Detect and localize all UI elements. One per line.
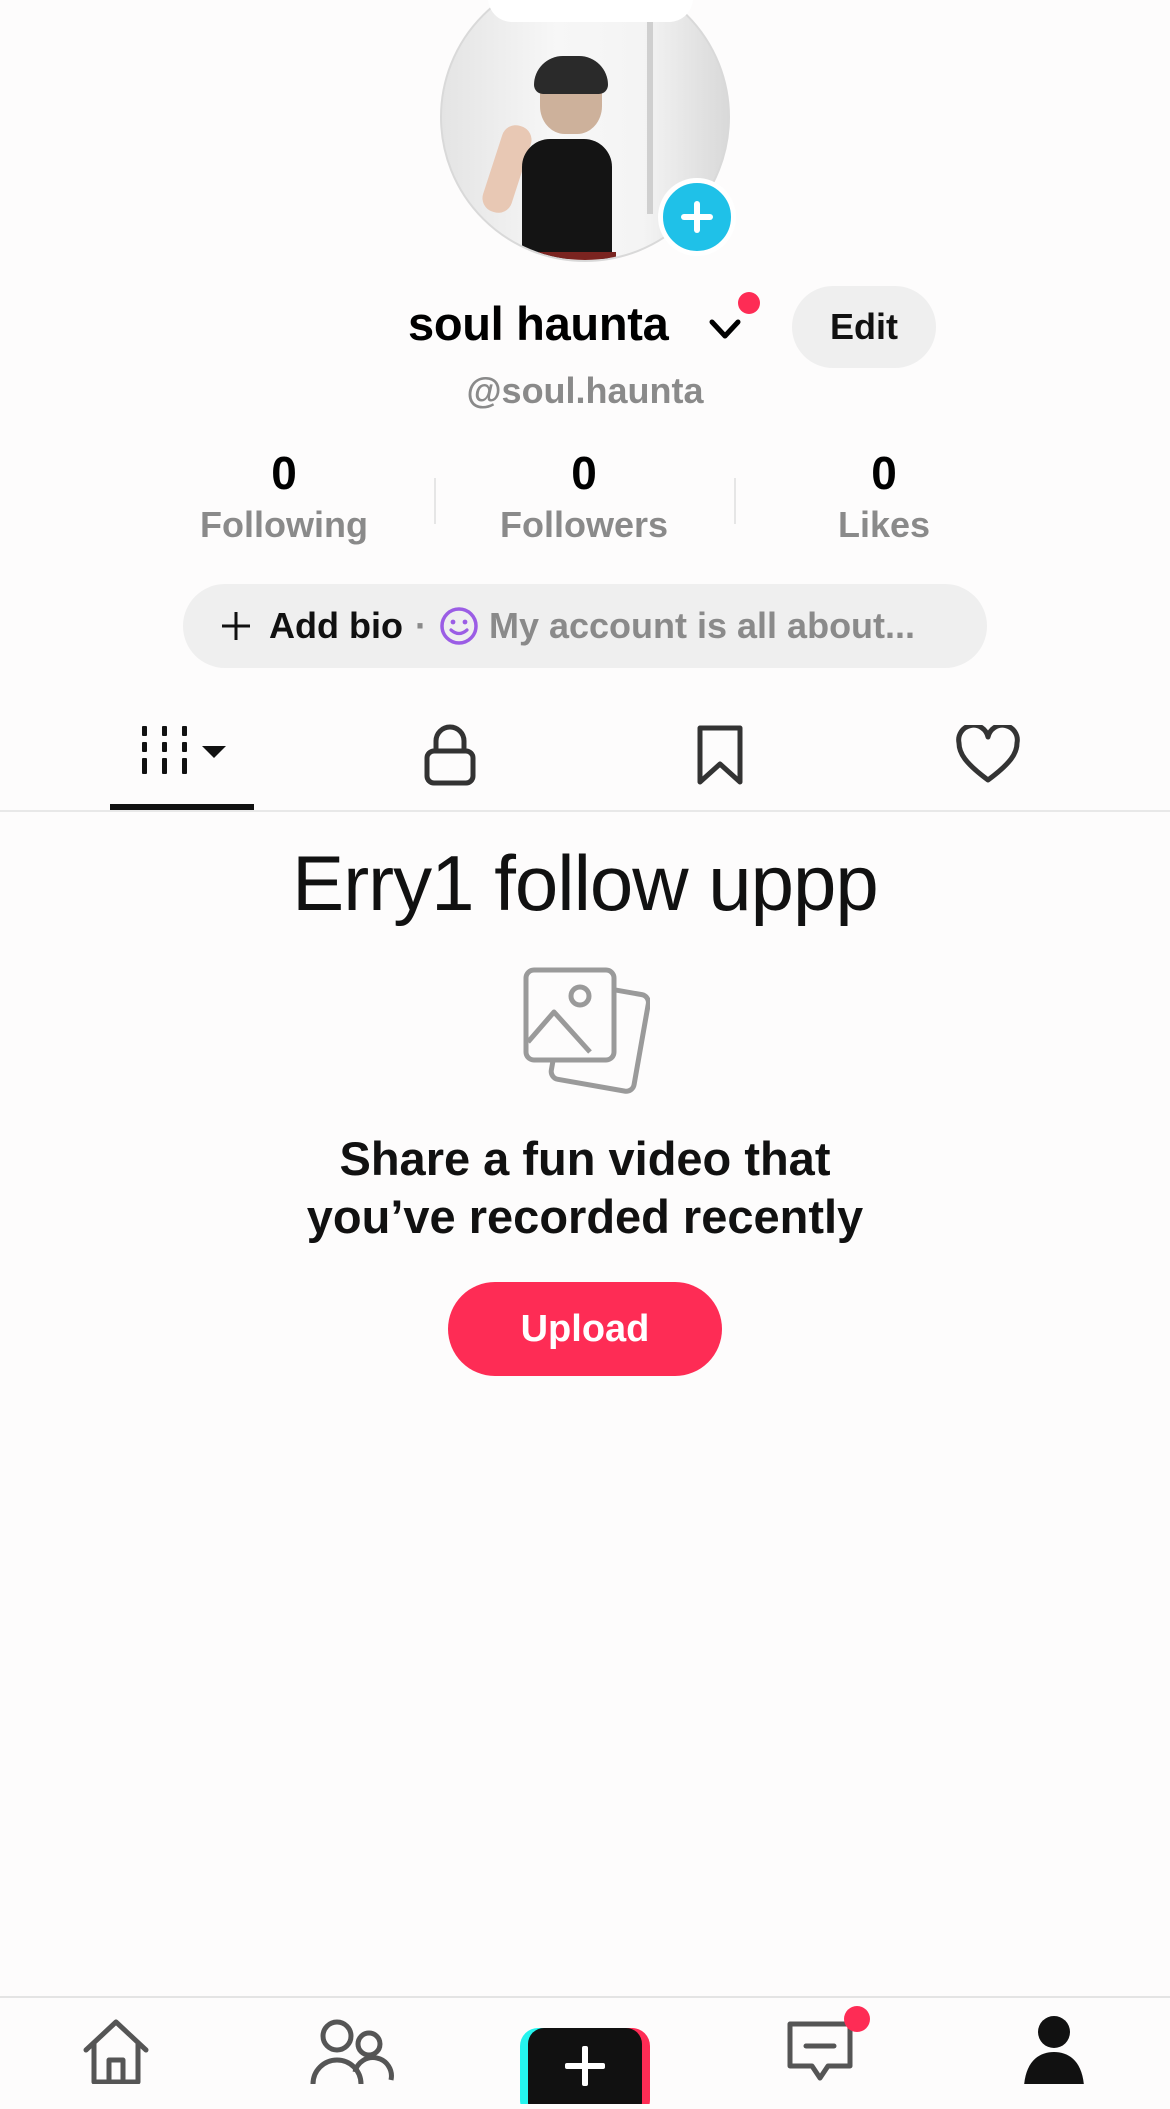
- likes-label: Likes: [837, 504, 931, 545]
- stat-followers[interactable]: 0 Followers: [434, 450, 734, 546]
- nav-home[interactable]: [66, 2014, 166, 2084]
- plus-icon: [681, 201, 713, 233]
- add-bio-label: Add bio: [269, 605, 403, 646]
- photo-belt: [520, 252, 616, 260]
- bio-separator: ·: [414, 605, 427, 646]
- empty-state-line-1: Share a fun video that: [339, 1132, 831, 1185]
- bio-placeholder: My account is all about...: [488, 605, 916, 646]
- photo-door-edge: [647, 14, 653, 214]
- photos-icon: [523, 967, 650, 1094]
- empty-state-line-2: you’ve recorded recently: [306, 1190, 864, 1243]
- plus-icon: [222, 612, 250, 640]
- grid-icon: [142, 726, 226, 774]
- edit-profile-button[interactable]: Edit: [792, 286, 936, 368]
- profile-headline: Erry1 follow uppp: [292, 839, 879, 927]
- profile-icon: [1024, 2016, 1084, 2084]
- smiley-icon: [440, 607, 478, 645]
- heart-icon: [956, 725, 1020, 783]
- stat-following[interactable]: 0 Following: [134, 450, 434, 546]
- tab-liked[interactable]: [918, 720, 1058, 790]
- inbox-notification-dot: [844, 2006, 870, 2032]
- following-label: Following: [200, 504, 368, 545]
- account-notification-dot: [738, 292, 760, 314]
- tab-private[interactable]: [380, 720, 520, 790]
- following-count: 0: [271, 447, 297, 499]
- friends-icon: [310, 2019, 394, 2084]
- followers-count: 0: [571, 447, 597, 499]
- tab-videos[interactable]: [112, 720, 252, 790]
- likes-count: 0: [871, 447, 897, 499]
- add-photo-button[interactable]: [658, 178, 736, 256]
- nav-friends[interactable]: [302, 2014, 402, 2084]
- tab-saved[interactable]: [650, 720, 790, 790]
- username-handle: @soul.haunta: [466, 370, 704, 411]
- photo-hair: [534, 56, 608, 94]
- empty-state-message: Share a fun video that you’ve recorded r…: [0, 1130, 1170, 1246]
- chevron-down-icon[interactable]: [706, 310, 744, 348]
- profile-avatar-container[interactable]: [440, 0, 736, 262]
- bottom-nav-divider: [0, 1996, 1170, 1998]
- photo-shirt: [522, 139, 612, 259]
- camera-notch: [488, 0, 693, 22]
- bookmark-icon: [697, 725, 743, 785]
- stat-likes[interactable]: 0 Likes: [734, 450, 1034, 546]
- create-icon: [520, 2028, 650, 2109]
- followers-label: Followers: [499, 504, 669, 545]
- display-name[interactable]: soul haunta: [408, 296, 669, 351]
- home-icon: [83, 2019, 149, 2084]
- tabs-divider: [0, 810, 1170, 812]
- upload-button[interactable]: Upload: [448, 1282, 722, 1376]
- nav-profile[interactable]: [1004, 2014, 1104, 2084]
- create-button[interactable]: [520, 2024, 650, 2109]
- add-bio-button[interactable]: Add bio · My account is all about...: [183, 584, 987, 668]
- lock-icon: [424, 724, 476, 786]
